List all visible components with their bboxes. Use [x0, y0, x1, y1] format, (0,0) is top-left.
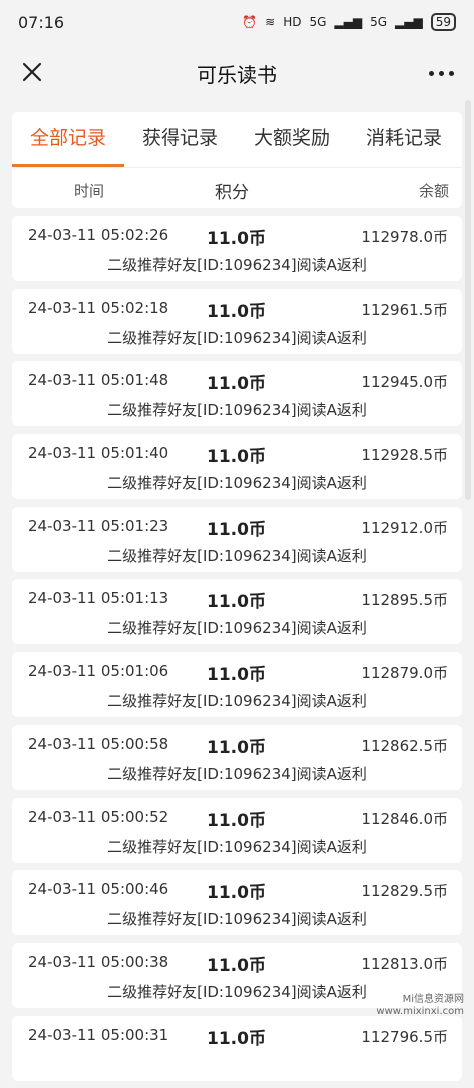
wifi-icon: ≋ [265, 15, 276, 29]
page-title: 可乐读书 [197, 62, 277, 87]
status-time: 07:16 [18, 12, 65, 32]
list-item[interactable]: 24-03-11 05:00:52 11.0币 112846.0币二级推荐好友[ID… [12, 797, 462, 863]
record-balance: 112961.5币 [361, 300, 448, 319]
record-description: 二级推荐好友[ID:1096234]阅读A返利 [107, 328, 367, 347]
record-tabs: 全部记录 获得记录 大额奖励 消耗记录 [12, 112, 462, 168]
record-description: 二级推荐好友[ID:1096234]阅读A返利 [107, 401, 367, 420]
signal-1-icon: ▂▄▆ [334, 15, 363, 29]
list-item[interactable]: 24-03-11 05:01:13 11.0币 112895.5币二级推荐好友[ID… [12, 579, 462, 645]
record-balance: 112813.0币 [361, 954, 448, 973]
signal-2-label: 5G [370, 15, 388, 29]
record-time: 24-03-11 05:01:48 [28, 371, 169, 390]
record-amount: 11.0币 [207, 519, 266, 540]
record-time: 24-03-11 05:00:58 [28, 734, 169, 753]
record-description: 二级推荐好友[ID:1096234]阅读A返利 [107, 256, 367, 274]
record-time: 24-03-11 05:02:26 [28, 226, 169, 244]
record-balance: 112978.0币 [361, 228, 448, 246]
record-time: 24-03-11 05:01:13 [28, 589, 169, 608]
record-amount: 11.0币 [207, 374, 266, 395]
hd-badge: HD [283, 15, 302, 29]
more-options-icon[interactable] [424, 56, 458, 90]
record-balance: 112862.5币 [361, 736, 448, 755]
record-description: 二级推荐好友[ID:1096234]阅读A返利 [107, 692, 367, 711]
record-description: 二级推荐好友[ID:1096234]阅读A返利 [107, 910, 367, 929]
record-amount: 11.0币 [207, 229, 266, 249]
signal-2-icon: ▂▄▆ [395, 15, 423, 29]
record-balance: 112912.0币 [361, 518, 448, 537]
record-balance: 112945.0币 [361, 373, 448, 392]
record-list: 24-03-11 05:02:26 11.0币 112978.0币二级推荐好友[ID… [12, 216, 462, 1088]
column-time: 时间 [74, 182, 105, 200]
record-balance: 112829.5币 [361, 882, 448, 901]
record-description: 二级推荐好友[ID:1096234]阅读A返利 [107, 546, 367, 565]
record-time: 24-03-11 05:00:38 [28, 952, 169, 971]
list-item[interactable]: 24-03-11 05:01:40 11.0币 112928.5币二级推荐好友[ID… [12, 434, 462, 500]
record-balance: 112879.0币 [361, 664, 448, 683]
record-description: 二级推荐好友[ID:1096234]阅读A返利 [107, 619, 367, 638]
record-balance: 112895.5币 [361, 591, 448, 610]
record-time: 24-03-11 05:01:06 [28, 662, 169, 681]
record-amount: 11.0币 [207, 810, 266, 831]
record-description: 二级推荐好友[ID:1096234]阅读A返利 [107, 837, 367, 856]
battery-indicator: 59 [430, 13, 456, 31]
watermark: Mi信息资源网 www.mixinxi.com [376, 994, 464, 1018]
column-header: 时间 积分 余额 [12, 168, 462, 208]
record-amount: 11.0币 [207, 737, 266, 758]
list-item[interactable]: 24-03-11 05:01:23 11.0币 112912.0币二级推荐好友[ID… [12, 506, 462, 572]
filter-card: 全部记录 获得记录 大额奖励 消耗记录 时间 积分 余额 [12, 112, 462, 208]
record-time: 24-03-11 05:01:40 [28, 444, 169, 463]
record-time: 24-03-11 05:00:52 [28, 807, 169, 826]
close-icon[interactable] [16, 56, 50, 90]
watermark-line-2: www.mixinxi.com [376, 1006, 464, 1017]
status-bar: 07:16 ⏰ ≋ HD 5G ▂▄▆ 5G ▂▄▆ 59 [0, 0, 474, 44]
status-icons: ⏰ ≋ HD 5G ▂▄▆ 5G ▂▄▆ 59 [242, 13, 456, 31]
record-description: 二级推荐好友[ID:1096234]阅读A返利 [107, 764, 367, 783]
signal-1-label: 5G [309, 15, 327, 29]
record-time: 24-03-11 05:00:46 [28, 880, 169, 899]
record-time: 24-03-11 05:00:31 [28, 1025, 169, 1044]
scrollbar[interactable] [465, 100, 471, 500]
tab-spent-records[interactable]: 消耗记录 [348, 112, 460, 167]
record-amount: 11.0币 [207, 1028, 266, 1049]
list-item[interactable]: 24-03-11 05:00:46 11.0币 112829.5币二级推荐好友[ID… [12, 870, 462, 936]
list-item[interactable]: 24-03-11 05:01:48 11.0币 112945.0币二级推荐好友[ID… [12, 361, 462, 427]
record-time: 24-03-11 05:02:18 [28, 298, 169, 317]
record-amount: 11.0币 [207, 592, 266, 613]
record-balance: 112846.0币 [361, 809, 448, 828]
record-amount: 11.0币 [207, 447, 266, 468]
record-time: 24-03-11 05:01:23 [28, 516, 169, 535]
record-amount: 11.0币 [207, 665, 266, 686]
column-points: 积分 [215, 183, 249, 203]
column-balance: 余额 [418, 182, 449, 200]
record-amount: 11.0币 [207, 301, 266, 322]
watermark-line-1: Mi信息资源网 [402, 994, 464, 1005]
tab-large-rewards[interactable]: 大额奖励 [236, 112, 348, 167]
alarm-icon: ⏰ [242, 15, 258, 29]
record-amount: 11.0币 [207, 883, 266, 904]
record-balance: 112928.5币 [361, 446, 448, 465]
list-item[interactable]: 24-03-11 05:02:18 11.0币 112961.5币二级推荐好友[ID… [12, 288, 462, 354]
list-item[interactable]: 24-03-11 05:00:58 11.0币 112862.5币二级推荐好友[ID… [12, 724, 462, 790]
list-item[interactable]: 24-03-11 05:00:31 11.0币 112796.5币 [12, 1015, 462, 1081]
record-description: 二级推荐好友[ID:1096234]阅读A返利 [107, 474, 367, 493]
record-balance: 112796.5币 [361, 1027, 448, 1046]
title-bar: 可乐读书 [0, 44, 474, 102]
tab-all-records[interactable]: 全部记录 [12, 112, 124, 167]
list-item[interactable]: 24-03-11 05:02:26 11.0币 112978.0币二级推荐好友[ID… [12, 216, 462, 281]
tab-earned-records[interactable]: 获得记录 [124, 112, 236, 167]
record-amount: 11.0币 [207, 955, 266, 976]
list-item[interactable]: 24-03-11 05:01:06 11.0币 112879.0币二级推荐好友[ID… [12, 652, 462, 718]
